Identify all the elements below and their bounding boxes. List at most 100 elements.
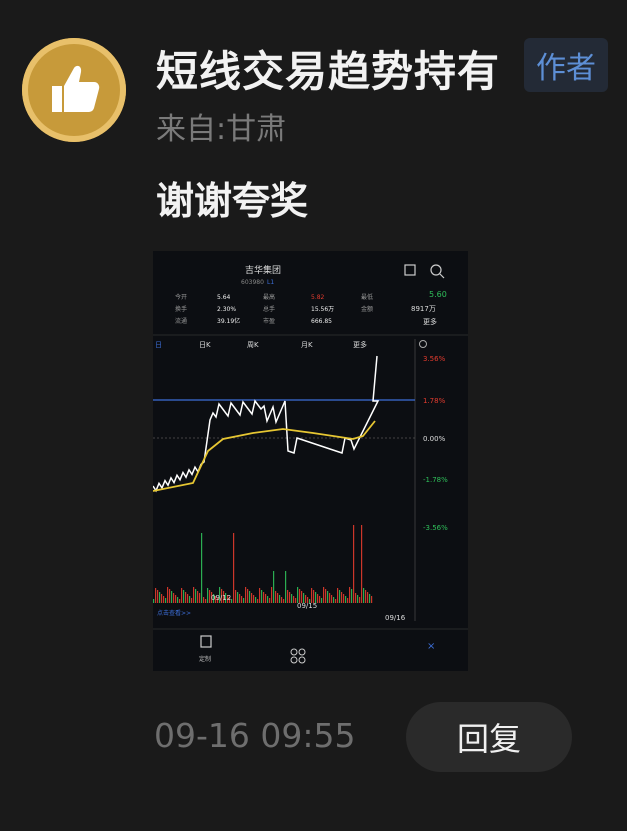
volume-bar bbox=[269, 598, 271, 603]
volume-bar bbox=[235, 590, 237, 603]
volume-bar bbox=[199, 593, 201, 603]
volume-bar bbox=[201, 533, 203, 603]
volume-bar bbox=[197, 591, 199, 603]
volume-bar bbox=[193, 587, 195, 603]
volume-bar bbox=[339, 590, 341, 603]
stock-name: 吉华集团 bbox=[245, 264, 281, 276]
volume-bar bbox=[249, 591, 251, 603]
volume-bar bbox=[335, 599, 337, 603]
chart-tab[interactable]: 周K bbox=[247, 341, 259, 349]
quote-cell: 今开 bbox=[175, 293, 187, 301]
stock-code: 603980 bbox=[241, 279, 264, 286]
volume-bar bbox=[245, 587, 247, 603]
volume-bar bbox=[159, 592, 161, 603]
date-label: 09/12 bbox=[211, 594, 231, 602]
volume-bar bbox=[155, 588, 157, 603]
right-price: 5.60 bbox=[429, 290, 447, 299]
reply-button[interactable]: 回复 bbox=[406, 702, 572, 772]
volume-bar bbox=[171, 591, 173, 603]
percent-label: -1.78% bbox=[423, 476, 448, 484]
view-link[interactable]: 点击查看>> bbox=[157, 609, 191, 617]
quote-cell: 5.64 bbox=[217, 294, 231, 301]
volume-bar bbox=[297, 587, 299, 603]
quote-cell: 39.19亿 bbox=[217, 317, 240, 325]
volume-bar bbox=[355, 593, 357, 603]
percent-label: 3.56% bbox=[423, 355, 446, 363]
comment-text: 谢谢夸奖 bbox=[156, 179, 309, 223]
volume-bar bbox=[173, 593, 175, 603]
volume-bar bbox=[271, 587, 273, 603]
more-label[interactable]: 更多 bbox=[423, 317, 437, 326]
volume-bar bbox=[205, 599, 207, 603]
quote-cell: 最高 bbox=[263, 293, 275, 301]
volume-bar bbox=[363, 588, 365, 603]
volume-bar bbox=[255, 597, 257, 603]
volume-bar bbox=[299, 589, 301, 603]
percent-label: -3.56% bbox=[423, 524, 448, 532]
volume-bar bbox=[189, 596, 191, 603]
close-icon[interactable]: × bbox=[427, 641, 435, 652]
volume-bar bbox=[181, 588, 183, 603]
volume-bar bbox=[243, 598, 245, 603]
volume-bar bbox=[169, 589, 171, 603]
volume-bar bbox=[353, 525, 355, 603]
chart-tab[interactable]: 日 bbox=[155, 341, 162, 349]
volume-bar bbox=[233, 533, 235, 603]
volume-bar bbox=[191, 598, 193, 603]
timestamp: 09-16 09:55 bbox=[154, 716, 356, 755]
right-amount: 8917万 bbox=[411, 305, 436, 313]
quote-cell: 金额 bbox=[361, 305, 373, 313]
volume-bar bbox=[195, 589, 197, 603]
volume-bar bbox=[187, 594, 189, 603]
volume-bar bbox=[257, 599, 259, 603]
volume-bar bbox=[325, 589, 327, 603]
volume-bar bbox=[285, 571, 287, 603]
volume-bar bbox=[345, 596, 347, 603]
volume-bar bbox=[283, 599, 285, 603]
volume-bar bbox=[347, 598, 349, 603]
username[interactable]: 短线交易趋势持有 bbox=[156, 38, 500, 99]
volume-bar bbox=[237, 592, 239, 603]
volume-bar bbox=[183, 590, 185, 603]
volume-bar bbox=[371, 596, 373, 603]
quote-cell: 换手 bbox=[175, 305, 187, 313]
volume-bar bbox=[327, 591, 329, 603]
volume-bar bbox=[277, 593, 279, 603]
quote-cell: 市盈 bbox=[263, 317, 275, 325]
volume-bar bbox=[167, 587, 169, 603]
volume-bar bbox=[323, 587, 325, 603]
date-label: 09/15 bbox=[297, 602, 317, 610]
volume-bar bbox=[289, 592, 291, 603]
volume-bar bbox=[179, 599, 181, 603]
volume-bar bbox=[241, 596, 243, 603]
volume-bar bbox=[329, 593, 331, 603]
volume-bar bbox=[161, 594, 163, 603]
volume-bar bbox=[291, 594, 293, 603]
chart-tab[interactable]: 更多 bbox=[353, 340, 367, 349]
market-tag: L1 bbox=[267, 279, 274, 286]
attached-photo[interactable]: 吉华集团 603980 L1 今开 5.64 最高 5.82 最低 换手 2.30% 总手 15… bbox=[153, 251, 468, 671]
avatar[interactable] bbox=[22, 38, 126, 142]
percent-label: 0.00% bbox=[423, 435, 446, 443]
volume-bar bbox=[331, 595, 333, 603]
volume-bar bbox=[281, 597, 283, 603]
volume-bar bbox=[267, 596, 269, 603]
chart-tab[interactable]: 月K bbox=[301, 341, 313, 349]
volume-bar bbox=[265, 594, 267, 603]
volume-bar bbox=[163, 596, 165, 603]
quote-cell: 总手 bbox=[263, 305, 275, 313]
quote-cell: 666.85 bbox=[311, 318, 332, 325]
volume-bar bbox=[367, 592, 369, 603]
volume-bar bbox=[351, 589, 353, 603]
bottom-label-custom: 定制 bbox=[199, 655, 211, 663]
quote-cell: 5.82 bbox=[311, 294, 325, 301]
volume-bar bbox=[273, 571, 275, 603]
volume-bar bbox=[319, 596, 321, 603]
volume-bar bbox=[293, 596, 295, 603]
quote-cell: 最低 bbox=[361, 293, 373, 301]
volume-bar bbox=[321, 598, 323, 603]
chart-tab[interactable]: 日K bbox=[199, 341, 211, 349]
volume-bar bbox=[157, 590, 159, 603]
volume-bar bbox=[263, 592, 265, 603]
percent-label: 1.78% bbox=[423, 397, 446, 405]
